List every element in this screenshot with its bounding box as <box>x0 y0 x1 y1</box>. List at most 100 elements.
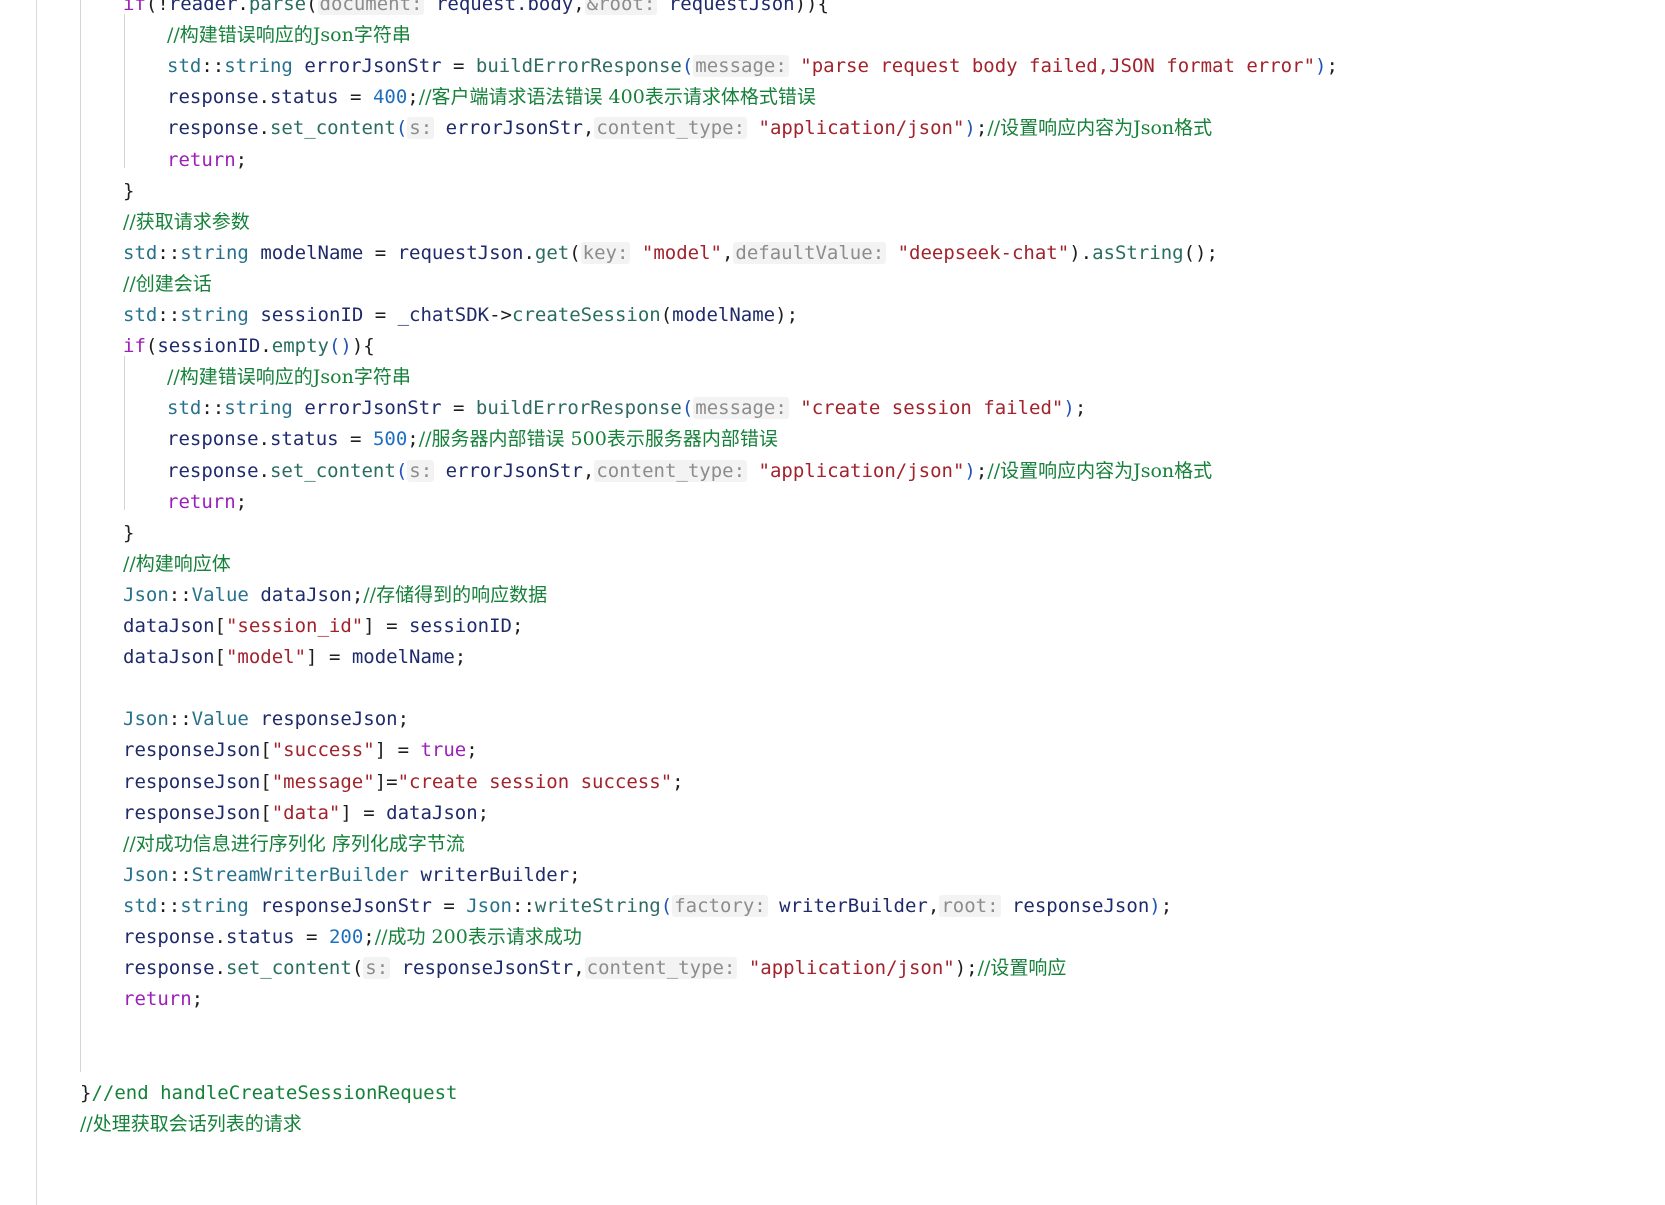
code-line[interactable]: response.set_content(s: errorJsonStr, con… <box>167 455 1212 488</box>
code-line[interactable]: dataJson["model"] = modelName; <box>123 641 466 674</box>
code-line[interactable]: std::string sessionID = _chatSDK->create… <box>123 299 798 332</box>
type-token: string <box>180 241 249 264</box>
ident-token: sessionID <box>157 335 261 358</box>
code-line[interactable]: std::string modelName = requestJson.get(… <box>123 237 1218 270</box>
parameter-hint: defaultValue: <box>733 241 887 264</box>
code-line[interactable]: responseJson["data"] = dataJson; <box>123 797 489 830</box>
ident-token: _chatSDK <box>397 304 490 326</box>
code-line[interactable]: Json::StreamWriterBuilder writerBuilder; <box>123 859 581 892</box>
code-line[interactable]: if(!reader.parse(document: request.body,… <box>123 0 829 21</box>
code-line[interactable]: Json::Value dataJson;//存储得到的响应数据 <box>123 579 547 612</box>
punct-token: } <box>123 521 135 544</box>
type-token: std <box>123 894 158 917</box>
method-token: set_content <box>269 459 396 482</box>
code-line[interactable]: response.status = 500;//服务器内部错误 500表示服务器… <box>167 423 778 456</box>
comment-token: //成功 200表示请求成功 <box>374 926 582 948</box>
paren-token: ( <box>395 459 408 482</box>
punct-token: :: <box>157 304 181 326</box>
punct-token: ] <box>374 770 387 793</box>
indent-guide-inner-1 <box>124 14 125 168</box>
paren-token: ) <box>964 117 976 140</box>
code-line[interactable]: return; <box>123 983 203 1016</box>
code-line[interactable]: //对成功信息进行序列化 序列化成字节流 <box>123 828 465 861</box>
code-line[interactable]: //处理获取会话列表的请求 <box>80 1108 302 1141</box>
plain-token: = <box>386 739 421 762</box>
punct-token: . <box>260 335 272 358</box>
ident-token: responseJson <box>1011 894 1150 917</box>
code-line[interactable]: //构建错误响应的Json字符串 <box>167 19 411 52</box>
comment-token: //创建会话 <box>123 272 212 295</box>
ident-token: dataJson <box>123 615 215 637</box>
code-line[interactable]: dataJson["session_id"] = sessionID; <box>123 610 523 643</box>
ident-token: response <box>167 117 259 140</box>
plain-token: = <box>338 428 373 451</box>
punct-token: ; <box>363 926 375 948</box>
code-line[interactable]: } <box>123 517 134 550</box>
punct-token: [ <box>260 739 272 762</box>
comment-token: //设置响应内容为Json格式 <box>987 459 1213 482</box>
ident-token: responseJsonStr <box>260 894 432 917</box>
ident-token: errorJsonStr <box>304 397 442 420</box>
str-token: "parse request body failed,JSON format e… <box>800 55 1316 78</box>
punct-token: :: <box>201 55 225 78</box>
code-line[interactable]: if(sessionID.empty()){ <box>123 330 375 363</box>
type-token: string <box>180 304 249 326</box>
comment-token: //处理获取会话列表的请求 <box>80 1112 302 1135</box>
code-line[interactable]: response.set_content(s: errorJsonStr, con… <box>167 112 1212 145</box>
code-line[interactable]: std::string errorJsonStr = buildErrorRes… <box>167 50 1338 83</box>
punct-token: . <box>214 926 226 948</box>
punct-token: [ <box>260 801 272 824</box>
code-line[interactable]: }//end handleCreateSessionRequest <box>80 1077 458 1110</box>
code-line[interactable]: return; <box>167 144 247 177</box>
code-line[interactable]: response.status = 400;//客户端请求语法错误 400表示请… <box>167 81 816 114</box>
type-token: StreamWriterBuilder <box>191 863 409 886</box>
code-line[interactable]: responseJson["message"]="create session … <box>123 766 684 799</box>
method-token: get <box>534 241 570 264</box>
comment-token: //构建响应体 <box>123 552 231 575</box>
code-line[interactable]: std::string errorJsonStr = buildErrorRes… <box>167 392 1086 425</box>
comment-token: //end handleCreateSessionRequest <box>91 1081 458 1104</box>
code-line[interactable]: std::string responseJsonStr = Json::writ… <box>123 890 1172 923</box>
plain-token: = <box>441 397 476 420</box>
func-token: buildErrorResponse <box>475 55 682 78</box>
str-token: "model" <box>225 646 307 669</box>
parameter-hint: &root: <box>584 0 658 15</box>
ident-token: modelName <box>672 304 776 326</box>
str-token: "application/json" <box>748 957 955 980</box>
punct-token: , <box>721 241 734 264</box>
str-token: "session_id" <box>225 615 364 637</box>
punct-token: ] <box>374 739 387 762</box>
punct-token: [ <box>260 770 272 793</box>
ident-token: sessionID <box>409 615 512 637</box>
code-line[interactable]: //构建响应体 <box>123 548 231 581</box>
ident-token: request.body <box>435 0 574 15</box>
plain-token: = <box>386 770 398 793</box>
code-line[interactable]: //创建会话 <box>123 268 212 301</box>
str-token: "model" <box>641 241 722 264</box>
code-line[interactable]: //获取请求参数 <box>123 206 250 239</box>
code-line[interactable]: response.set_content(s: responseJsonStr,… <box>123 952 1066 985</box>
method-token: set_content <box>269 117 396 140</box>
code-line[interactable]: //构建错误响应的Json字符串 <box>167 361 411 394</box>
punct-token: ] <box>363 615 375 637</box>
code-line[interactable]: } <box>123 175 134 208</box>
method-token: empty <box>271 335 329 358</box>
type-token: Value <box>191 583 249 606</box>
ident-token: response <box>123 926 215 948</box>
code-line[interactable]: response.status = 200;//成功 200表示请求成功 <box>123 921 582 954</box>
code-line[interactable]: return; <box>167 486 247 519</box>
code-line[interactable]: Json::Value responseJson; <box>123 703 409 736</box>
code-line[interactable]: responseJson["success"] = true; <box>123 734 478 767</box>
code-editor[interactable]: if(!reader.parse(document: request.body,… <box>0 0 1665 1205</box>
punct-token: . <box>214 957 226 980</box>
comment-token: //构建错误响应的Json字符串 <box>167 24 411 47</box>
